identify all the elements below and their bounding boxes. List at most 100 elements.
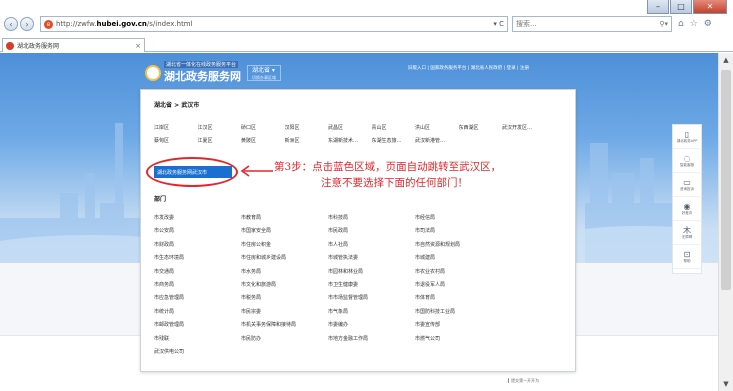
department-item[interactable]: 市生态环境局: [154, 254, 241, 261]
department-list: 市发改委 市教育局 市科技局 市经信局 市公安局 市国家安全局 市民政局 市司法…: [154, 214, 502, 355]
maximize-button[interactable]: □: [670, 0, 692, 14]
minimize-button[interactable]: –: [647, 0, 669, 14]
district-item[interactable]: 武汉新港管…: [415, 137, 459, 144]
window-controls: – □ ✕: [647, 0, 727, 14]
department-item[interactable]: 武汉供电公司: [154, 348, 241, 355]
department-item[interactable]: 市司法局: [415, 227, 502, 234]
department-item[interactable]: 市市场监督管理局: [328, 294, 415, 301]
district-item[interactable]: 汉阳区: [285, 124, 329, 131]
annotation-circle: [146, 157, 238, 187]
department-item[interactable]: 市水务局: [241, 268, 328, 275]
sidebar-item-rating[interactable]: ◉ 好差评: [673, 197, 701, 221]
district-item[interactable]: 黄陂区: [241, 137, 285, 144]
floating-sidebar: ▯ 湖北政务APP ◌ 智能客服 ▭ 咨询投诉 ◉ 好差评 ⽊ 无障碍 ⊡ 帮助: [672, 124, 702, 274]
department-item[interactable]: 市国防科技工业局: [415, 308, 502, 315]
department-item[interactable]: 市气象局: [328, 308, 415, 315]
district-item[interactable]: 青山区: [372, 124, 416, 131]
department-item[interactable]: 市人社局: [328, 241, 415, 248]
back-icon[interactable]: ‹: [4, 17, 18, 31]
district-item[interactable]: 新洲区: [285, 137, 329, 144]
sidebar-item-app[interactable]: ▯ 湖北政务APP: [673, 125, 701, 149]
toolbar-icons: ⌂ ☆ ⚙: [678, 19, 712, 29]
department-item[interactable]: 市机关事务保障和接待局: [241, 321, 328, 328]
scroll-thumb[interactable]: [721, 70, 731, 290]
settings-icon[interactable]: ⚙: [704, 19, 712, 29]
department-item[interactable]: 市交通局: [154, 268, 241, 275]
sidebar-item-help[interactable]: ⊡ 帮助: [673, 245, 701, 269]
department-item[interactable]: 市燃气公司: [415, 335, 502, 342]
search-input[interactable]: 搜索... ⚲▾: [512, 16, 672, 32]
district-item[interactable]: 武汉开发区…: [502, 124, 546, 131]
browser-tab[interactable]: 湖北政务服务网 ×: [2, 38, 145, 52]
phone-icon: ▯: [684, 129, 690, 139]
department-item[interactable]: 市民宗委: [241, 308, 328, 315]
district-item[interactable]: 江汉区: [198, 124, 242, 131]
department-item[interactable]: 市统计局: [154, 308, 241, 315]
department-item[interactable]: 市残联: [154, 335, 241, 342]
department-item[interactable]: 市应急管理局: [154, 294, 241, 301]
region-selector[interactable]: 湖北省 ▾ 切换办事区域: [247, 64, 281, 81]
refresh-icon[interactable]: ▾ C: [493, 20, 504, 28]
department-item[interactable]: 市卫生健康委: [328, 281, 415, 288]
scroll-down-icon[interactable]: ▼: [719, 377, 733, 391]
department-item[interactable]: 市自然资源和规划局: [415, 241, 502, 248]
logo-title: 湖北政务服务网: [164, 70, 241, 83]
page-scrollbar[interactable]: ▲ ▼: [718, 53, 733, 391]
department-item[interactable]: 市发改委: [154, 214, 241, 221]
district-list: 江岸区 江汉区 硚口区 汉阳区 武昌区 青山区 洪山区 东西湖区 武汉开发区… …: [154, 124, 564, 144]
district-item[interactable]: 蔡甸区: [154, 137, 198, 144]
department-item[interactable]: 市城管执法委: [328, 254, 415, 261]
district-item[interactable]: 武昌区: [328, 124, 372, 131]
sidebar-label: 智能客服: [680, 162, 694, 167]
department-item[interactable]: 市民政局: [328, 227, 415, 234]
department-item[interactable]: 市文化和旅游局: [241, 281, 328, 288]
department-item[interactable]: 市园林和林业局: [328, 268, 415, 275]
favorites-icon[interactable]: ☆: [690, 19, 698, 29]
forward-icon[interactable]: ›: [20, 17, 34, 31]
annotation-line-1: 第3步：点击蓝色区域，页面自动跳转至武汉区，: [274, 161, 502, 173]
home-icon[interactable]: ⌂: [678, 19, 684, 29]
district-item[interactable]: 江夏区: [198, 137, 242, 144]
sidebar-item-accessibility[interactable]: ⽊ 无障碍: [673, 221, 701, 245]
department-item[interactable]: 市城建局: [415, 254, 502, 261]
department-item[interactable]: 市民防办: [241, 335, 328, 342]
department-item[interactable]: 市地方金融工作局: [328, 335, 415, 342]
district-item[interactable]: 东西湖区: [459, 124, 503, 131]
department-heading: 部门: [154, 196, 167, 203]
department-item[interactable]: 市税务局: [241, 294, 328, 301]
tab-title: 湖北政务服务网: [17, 43, 60, 50]
scroll-up-icon[interactable]: ▲: [719, 53, 733, 67]
sidebar-item-service[interactable]: ◌ 智能客服: [673, 149, 701, 173]
department-item[interactable]: 市委编办: [328, 321, 415, 328]
department-item[interactable]: 市公安局: [154, 227, 241, 234]
department-item[interactable]: 市国家安全局: [241, 227, 328, 234]
department-item[interactable]: 市教育局: [241, 214, 328, 221]
department-item[interactable]: 市商务局: [154, 281, 241, 288]
close-window-button[interactable]: ✕: [693, 0, 727, 14]
department-item[interactable]: 市退役军人局: [415, 281, 502, 288]
search-icon[interactable]: ⚲▾: [659, 20, 668, 28]
address-bar[interactable]: e http://zwfw.hubei.gov.cn/s/index.html …: [40, 16, 508, 32]
department-item[interactable]: 市农业农村局: [415, 268, 502, 275]
site-logo[interactable]: 湖北省一体化在线政务服务平台 湖北政务服务网 湖北省 ▾ 切换办事区域: [145, 61, 281, 84]
instruction-annotation: 第3步：点击蓝色区域，页面自动跳转至武汉区， 注意不要选择下面的任何部门！: [274, 159, 501, 191]
department-item[interactable]: 市邮政管理局: [154, 321, 241, 328]
district-item[interactable]: 洪山区: [415, 124, 459, 131]
region-label: 湖北省 ▾: [252, 66, 275, 74]
district-item[interactable]: 硚口区: [241, 124, 285, 131]
department-item[interactable]: 市委宣传部: [415, 321, 502, 328]
department-item[interactable]: 市科技局: [328, 214, 415, 221]
district-item[interactable]: 东湖生态旅…: [372, 137, 416, 144]
tab-close-icon[interactable]: ×: [135, 42, 141, 50]
sidebar-item-complaint[interactable]: ▭ 咨询投诉: [673, 173, 701, 197]
department-item[interactable]: 市住房公积金: [241, 241, 328, 248]
department-item[interactable]: 市经信局: [415, 214, 502, 221]
district-item[interactable]: 东湖新技术…: [328, 137, 372, 144]
department-item[interactable]: 市体育局: [415, 294, 502, 301]
national-emblem-icon: [145, 64, 161, 81]
department-item[interactable]: 市财政局: [154, 241, 241, 248]
annotation-arrow-icon: [240, 165, 273, 177]
top-links[interactable]: 旧版入口 | 国家政务服务平台 | 湖北省人民政府 | 登录 | 注册: [408, 65, 529, 71]
department-item[interactable]: 市住房和城乡建设局: [241, 254, 328, 261]
district-item[interactable]: 江岸区: [154, 124, 198, 131]
